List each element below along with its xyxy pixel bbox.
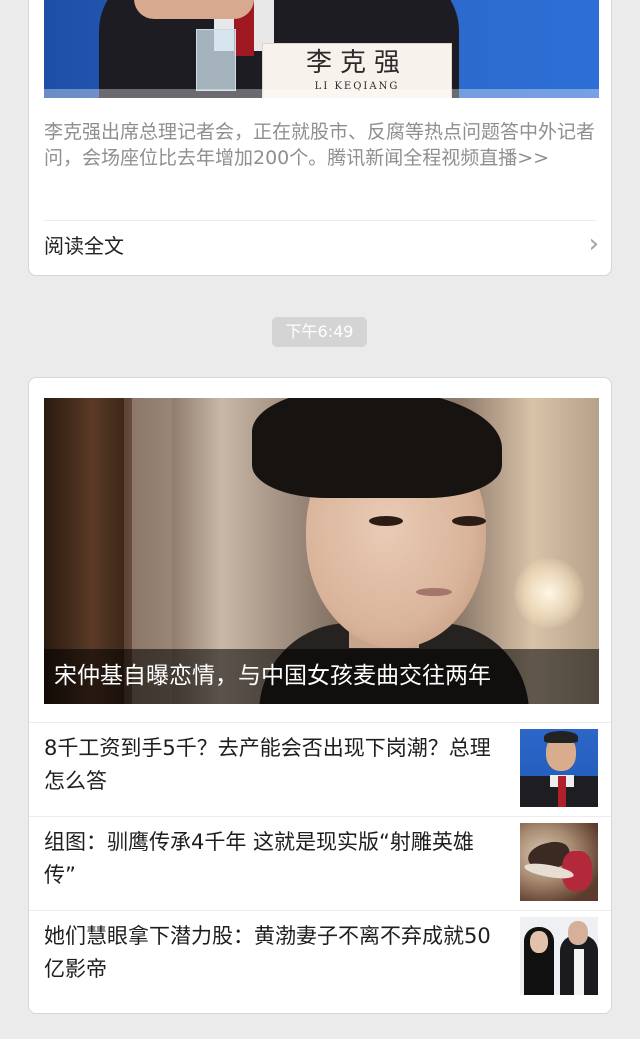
news-card: 宋仲基自曝恋情，与中国女孩麦曲交往两年 8千工资到手5千？去产能会否出现下岗潮？… bbox=[28, 377, 612, 1014]
news-list-item[interactable]: 她们慧眼拿下潜力股：黄渤妻子不离不弃成就50亿影帝 bbox=[29, 910, 611, 1000]
message-timestamp: 下午6:49 bbox=[272, 317, 367, 347]
chevron-right-icon: › bbox=[588, 229, 599, 259]
hero-article[interactable]: 宋仲基自曝恋情，与中国女孩麦曲交往两年 bbox=[44, 398, 599, 704]
news-item-thumbnail bbox=[520, 917, 598, 995]
hero-caption: 宋仲基自曝恋情，与中国女孩麦曲交往两年 bbox=[44, 649, 599, 704]
water-glass bbox=[196, 29, 236, 91]
news-item-title: 8千工资到手5千？去产能会否出现下岗潮？总理怎么答 bbox=[44, 736, 491, 793]
news-item-thumbnail bbox=[520, 729, 598, 807]
read-full-article-link[interactable]: 阅读全文 › bbox=[44, 223, 599, 265]
news-list-item[interactable]: 组图：驯鹰传承4千年 这就是现实版“射雕英雄传” bbox=[29, 816, 611, 906]
article-summary: 李克强出席总理记者会，正在就股市、反腐等热点问题答中外记者问，会场座位比去年增加… bbox=[44, 121, 596, 169]
divider bbox=[29, 816, 611, 817]
read-full-article-label: 阅读全文 bbox=[44, 233, 124, 258]
hero-image-press-conference[interactable]: 李克强 LI KEQIANG bbox=[44, 0, 599, 98]
divider bbox=[44, 220, 596, 221]
divider bbox=[29, 910, 611, 911]
news-card-top[interactable]: 李克强 LI KEQIANG 李克强出席总理记者会，正在就股市、反腐等热点问题答… bbox=[28, 0, 612, 276]
news-item-title: 组图：驯鹰传承4千年 这就是现实版“射雕英雄传” bbox=[44, 830, 474, 887]
news-item-title: 她们慧眼拿下潜力股：黄渤妻子不离不弃成就50亿影帝 bbox=[44, 924, 491, 981]
divider bbox=[29, 722, 611, 723]
nameplate-name: 李克强 bbox=[305, 48, 408, 78]
news-list-item[interactable]: 8千工资到手5千？去产能会否出现下岗潮？总理怎么答 bbox=[29, 722, 611, 812]
news-item-thumbnail bbox=[520, 823, 598, 901]
